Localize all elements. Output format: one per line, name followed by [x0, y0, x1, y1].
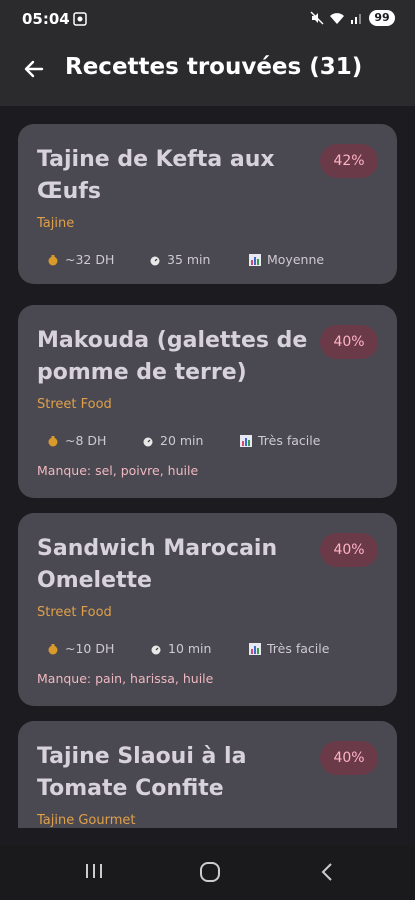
- recipe-meta: ~8 DH 20 min Très facile: [47, 433, 320, 448]
- price-info: ~10 DH: [47, 641, 150, 656]
- home-icon[interactable]: [199, 861, 221, 883]
- missing-ingredients: Manque: sel, poivre, huile: [37, 463, 199, 478]
- recipe-list[interactable]: Tajine de Kefta aux Œufs 42% Tajine ~32 …: [0, 106, 415, 828]
- recipe-title: Sandwich Marocain Omelette: [37, 536, 278, 593]
- difficulty-info: Très facile: [240, 433, 320, 448]
- stopwatch-icon: [151, 645, 161, 654]
- match-badge: 40%: [320, 533, 378, 567]
- recipe-meta: ~10 DH 10 min Très facile: [47, 641, 329, 656]
- price-info: ~8 DH: [47, 433, 142, 448]
- time-value: 35 min: [167, 252, 211, 267]
- time-info: 20 min: [142, 433, 240, 448]
- wifi-icon: [330, 13, 344, 24]
- match-badge: 40%: [320, 741, 378, 775]
- time-info: 10 min: [150, 641, 249, 656]
- system-back-icon[interactable]: [318, 861, 336, 883]
- signal-icon: [351, 14, 361, 24]
- difficulty-value: Moyenne: [267, 252, 325, 267]
- time-info: 35 min: [149, 252, 249, 267]
- time-value: 20 min: [160, 433, 204, 448]
- screen-record-icon: [73, 12, 87, 26]
- recipe-category: Tajine: [37, 216, 75, 231]
- difficulty-value: Très facile: [258, 433, 321, 448]
- stopwatch-icon: [143, 437, 153, 446]
- recipe-category: Street Food: [37, 397, 112, 412]
- recipe-category: Tajine Gourmet: [37, 813, 136, 828]
- battery-level: 99: [369, 10, 395, 26]
- match-badge: 42%: [320, 144, 378, 178]
- price-value: ~32 DH: [65, 252, 115, 267]
- status-time: 05:04: [22, 10, 70, 28]
- app-bar: Recettes trouvées (31): [0, 40, 415, 106]
- recipe-title: Tajine Slaoui à la Tomate Confite: [37, 744, 247, 801]
- recipe-category: Street Food: [37, 605, 112, 620]
- money-bag-icon: [48, 643, 58, 654]
- recipe-card[interactable]: Sandwich Marocain Omelette 40% Street Fo…: [18, 513, 397, 706]
- recipe-card[interactable]: Tajine de Kefta aux Œufs 42% Tajine ~32 …: [18, 124, 397, 284]
- money-bag-icon: [48, 254, 58, 265]
- price-value: ~8 DH: [65, 433, 107, 448]
- status-bar: 05:04 99: [0, 0, 415, 40]
- recipe-title: Makouda (galettes de pomme de terre): [37, 328, 308, 385]
- recipe-card[interactable]: Tajine Slaoui à la Tomate Confite 40% Ta…: [18, 721, 397, 828]
- price-value: ~10 DH: [65, 641, 115, 656]
- bar-chart-icon: [249, 253, 261, 266]
- system-nav-bar: [0, 845, 415, 900]
- stopwatch-icon: [150, 256, 160, 265]
- difficulty-info: Moyenne: [249, 252, 324, 267]
- time-value: 10 min: [168, 641, 212, 656]
- missing-ingredients: Manque: pain, harissa, huile: [37, 671, 214, 686]
- match-badge: 40%: [320, 325, 378, 359]
- recipe-card[interactable]: Makouda (galettes de pomme de terre) 40%…: [18, 305, 397, 498]
- back-arrow-icon[interactable]: [22, 57, 46, 81]
- price-info: ~32 DH: [47, 252, 149, 267]
- mute-icon: [310, 11, 324, 25]
- difficulty-info: Très facile: [249, 641, 329, 656]
- money-bag-icon: [48, 435, 58, 446]
- recipe-meta: ~32 DH 35 min Moyenne: [47, 252, 324, 267]
- recent-apps-icon[interactable]: [84, 861, 104, 881]
- page-title: Recettes trouvées (31): [65, 54, 363, 80]
- difficulty-value: Très facile: [267, 641, 330, 656]
- status-icons: 99: [310, 10, 395, 26]
- bar-chart-icon: [240, 434, 252, 447]
- bar-chart-icon: [249, 642, 261, 655]
- recipe-title: Tajine de Kefta aux Œufs: [37, 147, 275, 204]
